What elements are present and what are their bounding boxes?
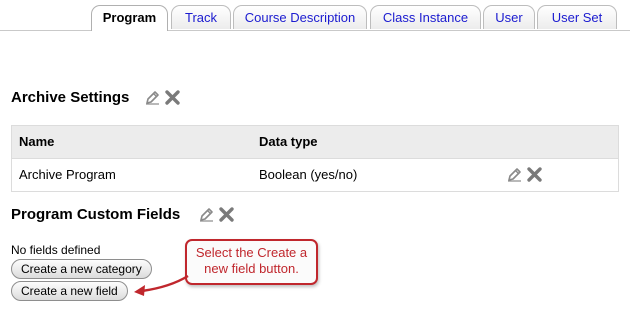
program-custom-fields-heading: Program Custom Fields bbox=[11, 206, 181, 223]
row-actions bbox=[506, 166, 543, 183]
column-header-name: Name bbox=[19, 134, 55, 149]
field-data-type-cell: Boolean (yes/no) bbox=[259, 167, 358, 182]
archive-settings-heading: Archive Settings bbox=[11, 89, 130, 106]
tab-bar: Program Track Course Description Class I… bbox=[0, 0, 630, 31]
tab-class-instance[interactable]: Class Instance bbox=[370, 5, 481, 29]
edit-icon[interactable] bbox=[198, 206, 215, 223]
table-header-row: Name Data type bbox=[12, 126, 618, 159]
delete-icon[interactable] bbox=[164, 89, 181, 106]
column-header-data-type: Data type bbox=[259, 134, 318, 149]
custom-fields-actions bbox=[198, 206, 235, 223]
edit-icon[interactable] bbox=[144, 89, 161, 106]
table-row: Archive Program Boolean (yes/no) bbox=[12, 159, 618, 191]
tab-user[interactable]: User bbox=[483, 5, 535, 29]
callout-arrow bbox=[134, 274, 189, 296]
edit-icon[interactable] bbox=[506, 166, 523, 183]
field-name-cell: Archive Program bbox=[19, 167, 116, 182]
instruction-callout: Select the Create a new field button. bbox=[185, 239, 318, 285]
delete-icon[interactable] bbox=[218, 206, 235, 223]
tab-track[interactable]: Track bbox=[171, 5, 231, 29]
delete-icon[interactable] bbox=[526, 166, 543, 183]
no-fields-text: No fields defined bbox=[11, 243, 101, 257]
tab-program[interactable]: Program bbox=[91, 5, 168, 31]
tab-user-set[interactable]: User Set bbox=[537, 5, 617, 29]
create-field-button[interactable]: Create a new field bbox=[11, 281, 128, 301]
tab-course-description[interactable]: Course Description bbox=[233, 5, 367, 29]
archive-settings-table: Name Data type Archive Program Boolean (… bbox=[11, 125, 619, 192]
archive-settings-actions bbox=[144, 89, 181, 106]
